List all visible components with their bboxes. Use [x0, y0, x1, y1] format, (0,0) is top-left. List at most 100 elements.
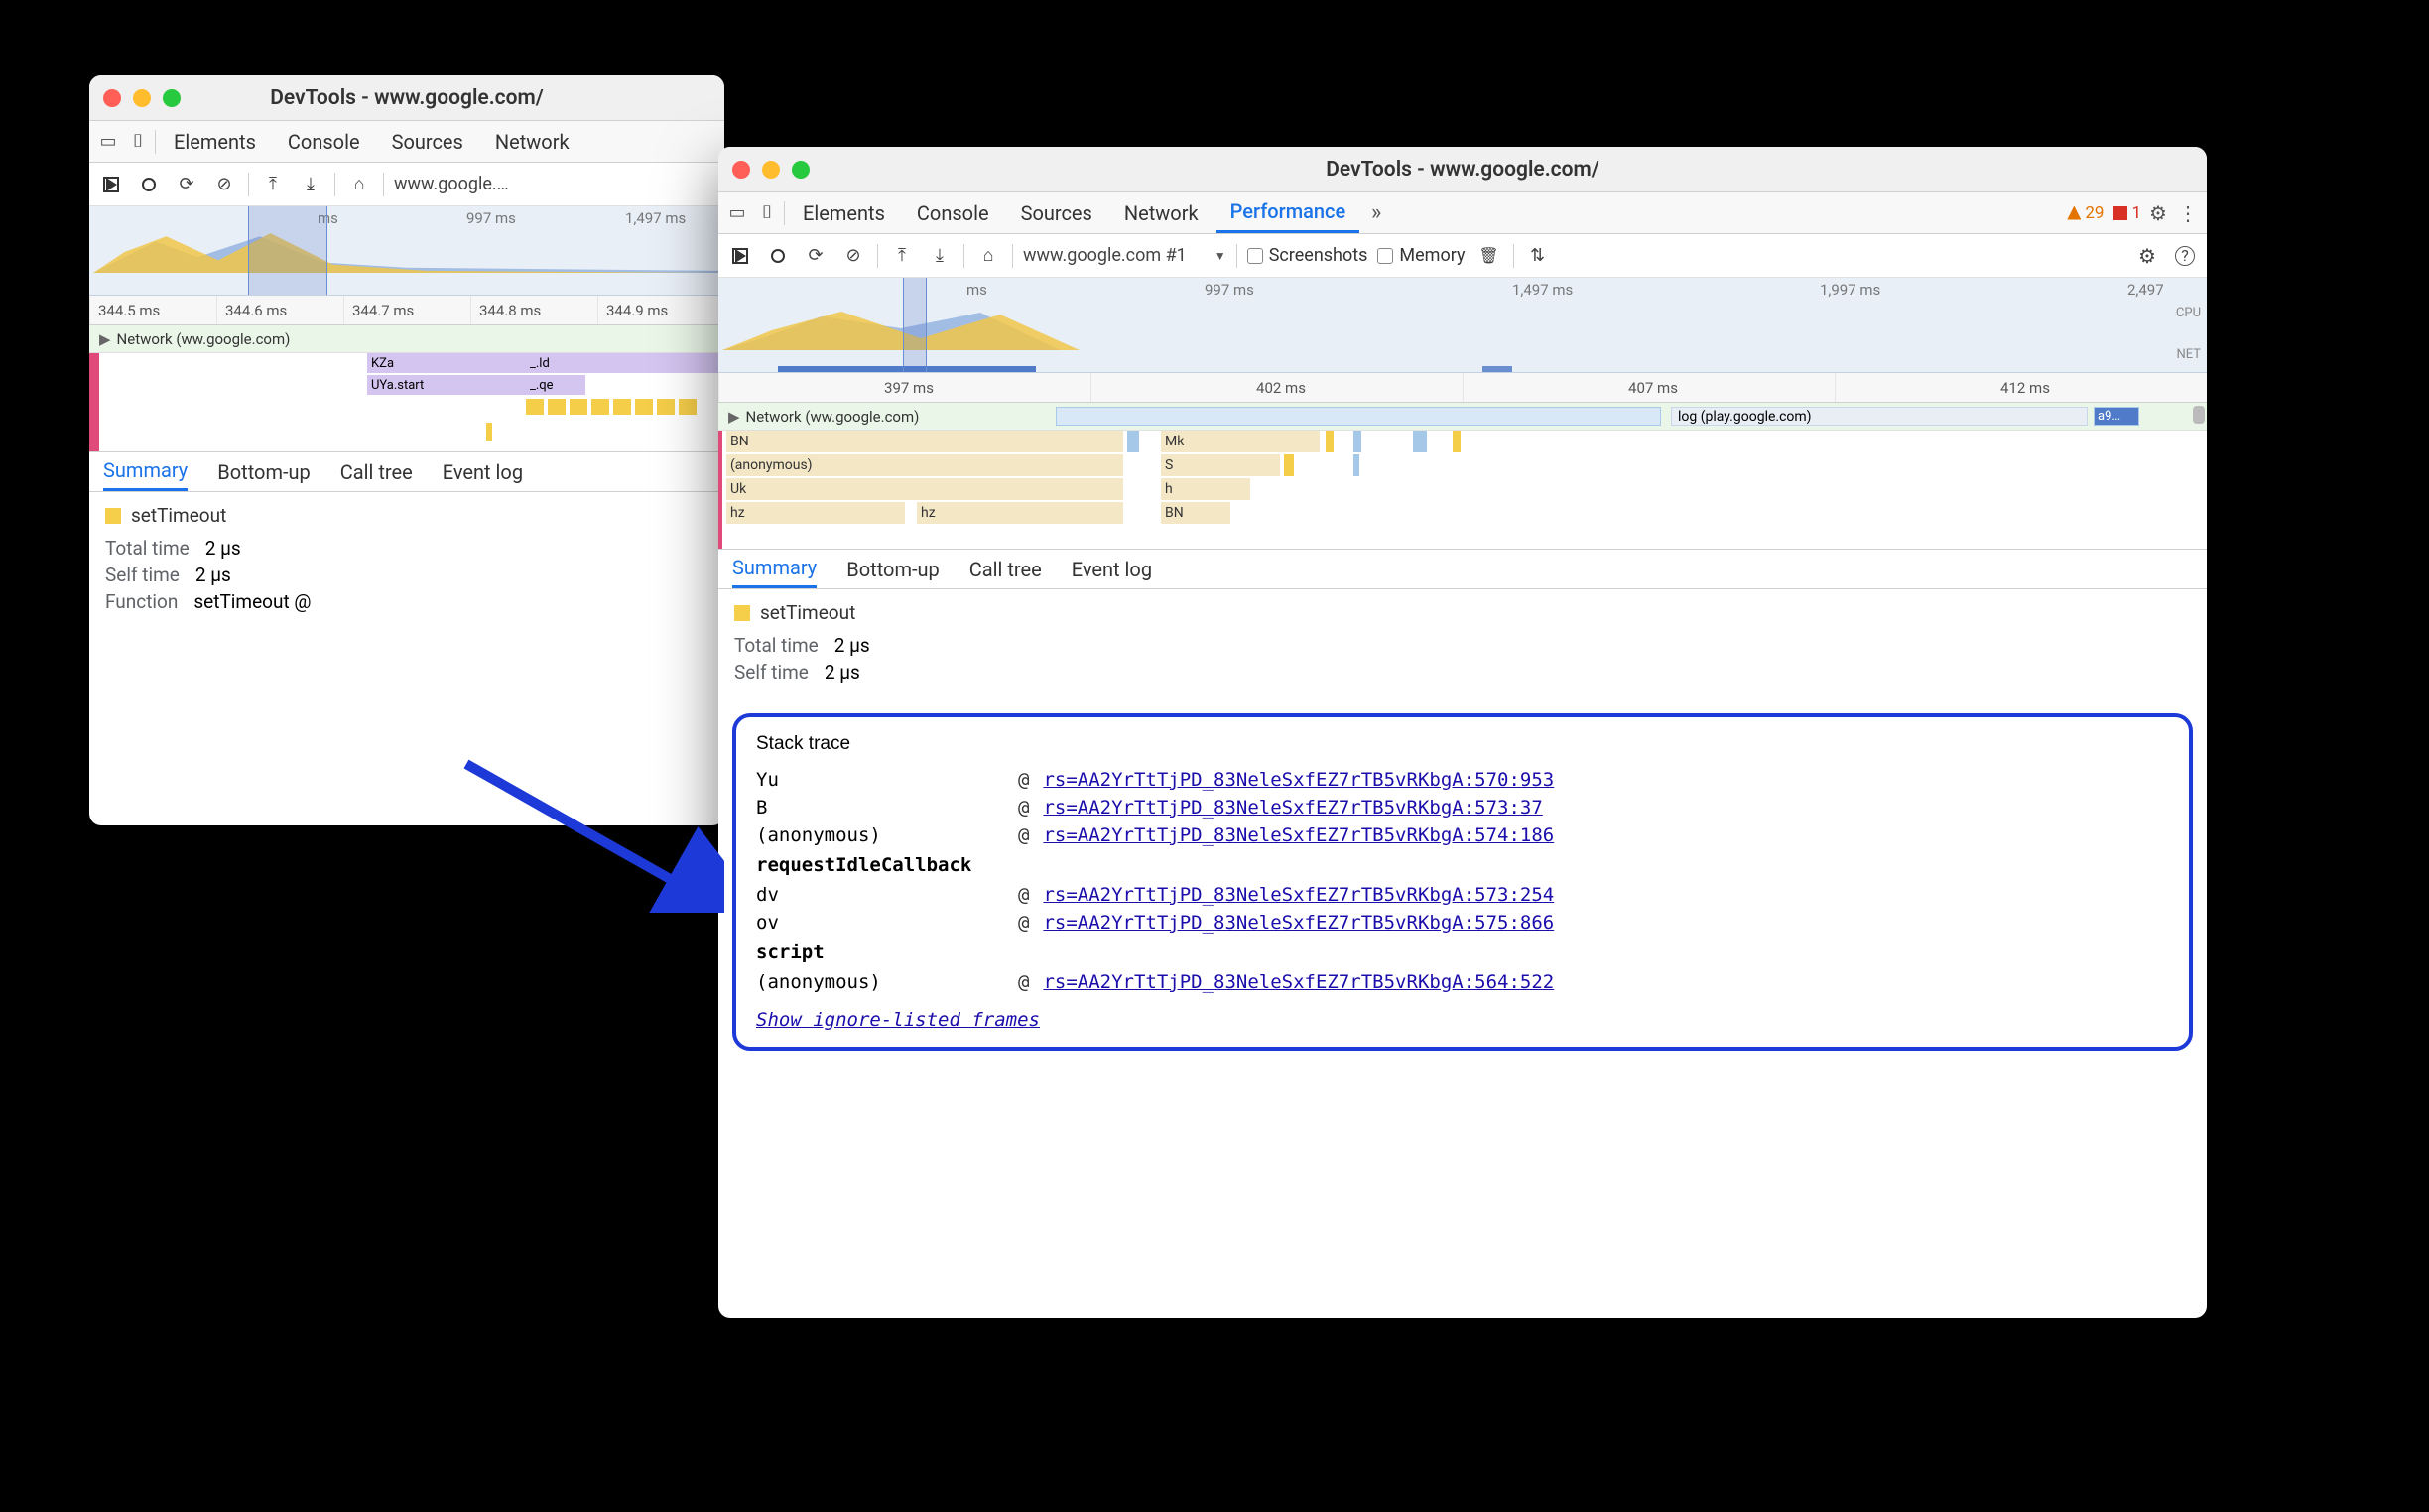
clear-icon[interactable] — [839, 242, 867, 270]
chevron-right-icon[interactable]: ▶ — [99, 330, 111, 348]
flame-cell[interactable]: UYa.start — [367, 375, 526, 395]
overview-viewport[interactable] — [248, 206, 327, 295]
subtab-calltree[interactable]: Call tree — [969, 550, 1042, 588]
recording-select[interactable]: www.google.com #1 — [1023, 245, 1187, 266]
flame-cell[interactable]: _.ld — [526, 353, 724, 373]
tab-sources[interactable]: Sources — [378, 121, 477, 162]
flame-cell[interactable]: S — [1161, 454, 1280, 476]
play-icon[interactable] — [97, 171, 125, 198]
frame-link[interactable]: rs=AA2YrTtTjPD_83NeleSxfEZ7rTB5vRKbgA:57… — [1043, 912, 1554, 934]
subtab-bottomup[interactable]: Bottom-up — [217, 452, 311, 491]
titlebar[interactable]: DevTools - www.google.com/ — [89, 75, 724, 121]
tab-network[interactable]: Network — [1110, 192, 1213, 233]
subtab-eventlog[interactable]: Event log — [443, 452, 523, 491]
overview-chart[interactable]: ms 997 ms 1,497 ms 1,997 ms 2,497 CPU NE… — [718, 278, 2207, 373]
tab-console[interactable]: Console — [274, 121, 374, 162]
home-icon[interactable] — [974, 242, 1002, 270]
flame-cell[interactable]: Mk — [1161, 431, 1320, 452]
trash-icon[interactable] — [1475, 242, 1503, 270]
scrollbar-thumb[interactable] — [2193, 406, 2205, 424]
traffic-lights[interactable] — [732, 161, 810, 179]
flame-chart[interactable]: KZa _.ld UYa.start _.qe — [89, 353, 724, 452]
upload-icon[interactable] — [888, 242, 916, 270]
record-url[interactable]: www.google.… — [394, 174, 509, 194]
flame-cell[interactable]: (anonymous) — [726, 454, 1123, 476]
dock-icon[interactable] — [95, 129, 121, 155]
subtab-summary[interactable]: Summary — [732, 550, 817, 588]
network-request[interactable]: log (play.google.com) — [1671, 407, 2088, 426]
overview-viewport[interactable] — [903, 278, 927, 372]
device-icon[interactable] — [125, 129, 151, 155]
more-tabs-icon[interactable] — [1363, 200, 1389, 226]
flame-cell[interactable] — [613, 399, 631, 415]
tab-sources[interactable]: Sources — [1007, 192, 1106, 233]
help-icon[interactable] — [2171, 242, 2199, 270]
flame-cell[interactable] — [679, 399, 697, 415]
tab-elements[interactable]: Elements — [789, 192, 899, 233]
flame-cell[interactable] — [1413, 431, 1427, 452]
frame-link[interactable]: rs=AA2YrTtTjPD_83NeleSxfEZ7rTB5vRKbgA:57… — [1043, 884, 1554, 906]
zoom-icon[interactable] — [792, 161, 810, 179]
record-icon[interactable] — [764, 242, 792, 270]
download-icon[interactable] — [297, 171, 324, 198]
reload-icon[interactable] — [173, 171, 200, 198]
flame-cell[interactable] — [635, 399, 653, 415]
flame-cell[interactable] — [1127, 431, 1139, 452]
subtab-eventlog[interactable]: Event log — [1072, 550, 1152, 588]
errors-badge[interactable]: 1 — [2113, 203, 2141, 223]
chevron-right-icon[interactable]: ▶ — [728, 408, 740, 426]
frame-link[interactable]: rs=AA2YrTtTjPD_83NeleSxfEZ7rTB5vRKbgA:57… — [1043, 769, 1554, 791]
home-icon[interactable] — [345, 171, 373, 198]
flame-cell[interactable] — [1353, 431, 1361, 452]
flame-cell[interactable] — [548, 399, 566, 415]
shortcuts-icon[interactable] — [1524, 242, 1552, 270]
network-request[interactable] — [1056, 407, 1661, 426]
frame-link[interactable]: rs=AA2YrTtTjPD_83NeleSxfEZ7rTB5vRKbgA:57… — [1043, 824, 1554, 846]
time-ruler[interactable]: 397 ms 402 ms 407 ms 412 ms — [718, 373, 2207, 403]
flame-cell[interactable] — [657, 399, 675, 415]
screenshots-checkbox[interactable]: Screenshots — [1247, 245, 1368, 266]
titlebar[interactable]: DevTools - www.google.com/ — [718, 147, 2207, 192]
subtab-calltree[interactable]: Call tree — [340, 452, 413, 491]
flame-cell[interactable]: _.qe — [526, 375, 585, 395]
record-icon[interactable] — [135, 171, 163, 198]
flame-cell[interactable] — [591, 399, 609, 415]
more-icon[interactable] — [2175, 200, 2201, 226]
network-track[interactable]: ▶ Network (ww.google.com) log (play.goog… — [718, 403, 2207, 431]
flame-chart[interactable]: BN Mk (anonymous) S Uk h hz hz BN — [718, 431, 2207, 550]
reload-icon[interactable] — [802, 242, 830, 270]
upload-icon[interactable] — [259, 171, 287, 198]
tab-console[interactable]: Console — [903, 192, 1003, 233]
flame-cell[interactable] — [1326, 431, 1334, 452]
flame-cell[interactable] — [1453, 431, 1461, 452]
capture-settings-icon[interactable] — [2133, 242, 2161, 270]
flame-cell[interactable] — [526, 399, 544, 415]
frame-link[interactable]: rs=AA2YrTtTjPD_83NeleSxfEZ7rTB5vRKbgA:57… — [1043, 797, 1542, 819]
flame-cell[interactable] — [486, 423, 492, 441]
tab-elements[interactable]: Elements — [160, 121, 270, 162]
flame-cell[interactable]: h — [1161, 478, 1250, 500]
close-icon[interactable] — [732, 161, 750, 179]
flame-cell[interactable]: hz — [917, 502, 1123, 524]
overview-chart[interactable]: ms 997 ms 1,497 ms — [89, 206, 724, 296]
download-icon[interactable] — [926, 242, 954, 270]
traffic-lights[interactable] — [103, 89, 181, 107]
zoom-icon[interactable] — [163, 89, 181, 107]
chevron-down-icon[interactable]: ▼ — [1214, 249, 1226, 263]
close-icon[interactable] — [103, 89, 121, 107]
clear-icon[interactable] — [210, 171, 238, 198]
time-ruler[interactable]: 344.5 ms 344.6 ms 344.7 ms 344.8 ms 344.… — [89, 296, 724, 325]
flame-cell[interactable]: hz — [726, 502, 905, 524]
subtab-summary[interactable]: Summary — [103, 452, 188, 491]
dock-icon[interactable] — [724, 200, 750, 226]
flame-cell[interactable]: KZa — [367, 353, 526, 373]
flame-cell[interactable]: BN — [726, 431, 1123, 452]
flame-cell[interactable]: BN — [1161, 502, 1230, 524]
warnings-badge[interactable]: 29 — [2067, 203, 2104, 223]
subtab-bottomup[interactable]: Bottom-up — [846, 550, 940, 588]
network-track[interactable]: ▶ Network (ww.google.com) — [89, 325, 724, 353]
show-ignore-listed-link[interactable]: Show ignore-listed frames — [756, 1009, 1040, 1031]
device-icon[interactable] — [754, 200, 780, 226]
network-request[interactable]: a9… — [2094, 407, 2139, 426]
flame-cell[interactable] — [570, 399, 587, 415]
